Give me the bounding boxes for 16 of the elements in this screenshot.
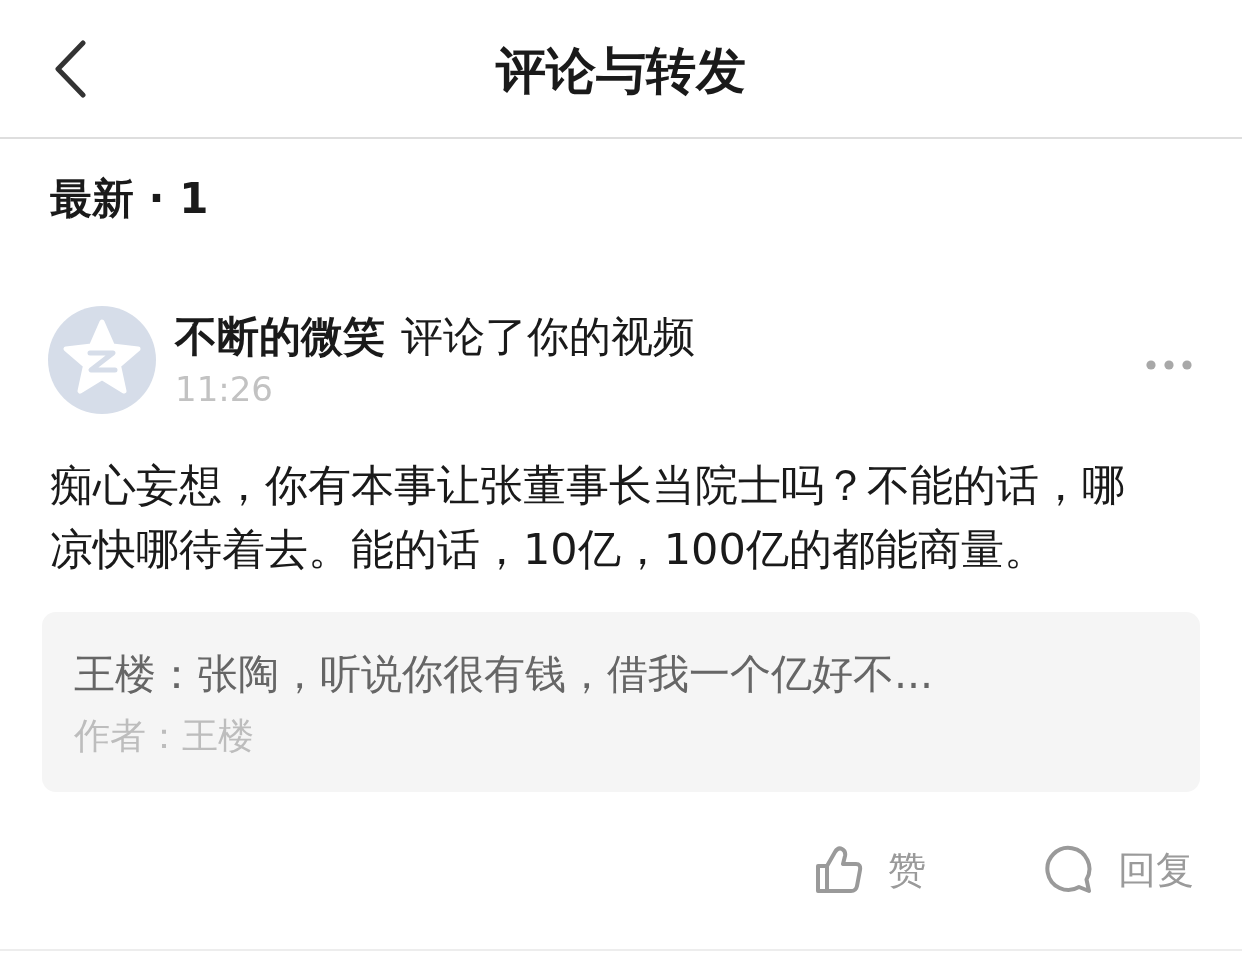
- quoted-text: 王楼：张陶，听说你很有钱，借我一个亿好不...: [74, 649, 935, 700]
- page-title: 评论与转发: [496, 40, 746, 101]
- section-heading: 最新 · 1: [50, 174, 209, 224]
- like-button[interactable]: 赞: [814, 845, 926, 895]
- reply-button[interactable]: 回复: [1044, 845, 1194, 895]
- back-icon[interactable]: [54, 39, 86, 98]
- speech-bubble-icon: [1044, 845, 1094, 895]
- activity-text: 评论了你的视频: [401, 312, 695, 362]
- quoted-comment[interactable]: 王楼：张陶，听说你很有钱，借我一个亿好不... 作者：王楼: [42, 612, 1200, 792]
- user-name[interactable]: 不断的微笑: [175, 312, 385, 362]
- comment-text: 痴心妄想，你有本事让张董事长当院士吗？不能的话，哪凉快哪待着去。能的话，10亿，100亿的都能商量。: [50, 459, 1126, 576]
- avatar-icon[interactable]: [48, 306, 156, 414]
- quoted-author: 作者：王楼: [74, 714, 254, 758]
- thumbs-up-icon: [814, 845, 864, 895]
- comment-time: 11:26: [175, 368, 273, 410]
- more-icon[interactable]: [1146, 360, 1192, 370]
